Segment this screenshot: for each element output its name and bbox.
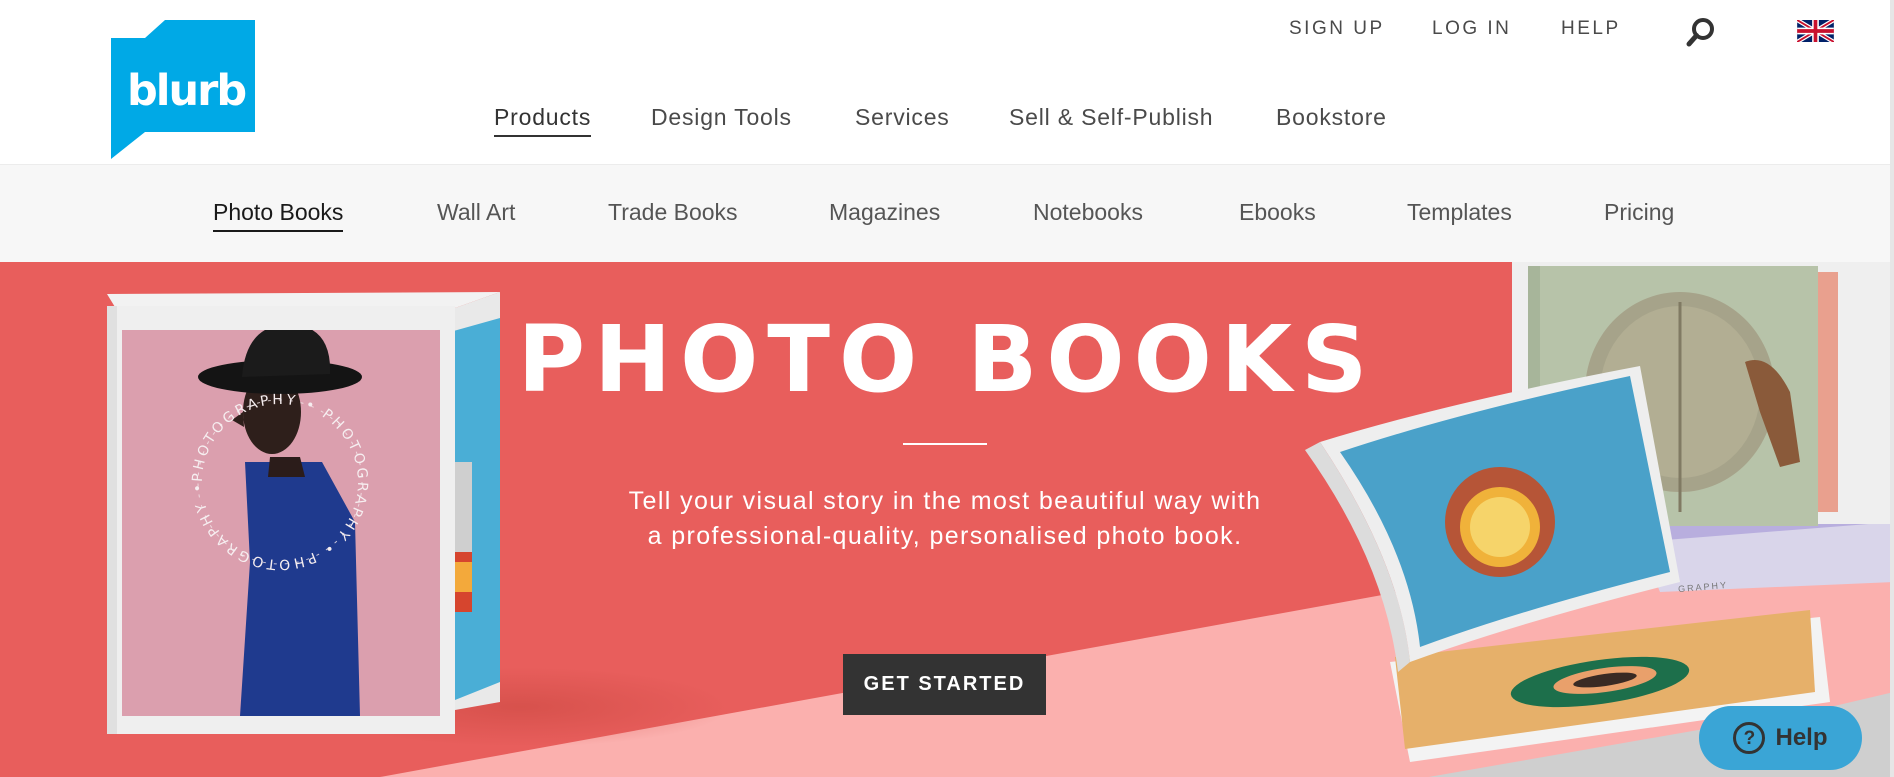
svg-text:PHOTOGRAPHY • PHOTOGRAPHY • PH: PHOTOGRAPHY • PHOTOGRAPHY • PHOTOGRAPHY …: [190, 392, 370, 572]
cover-text: PHOTOGRAPHY • PHOTOGRAPHY • PHOTOGRAPHY …: [190, 392, 367, 572]
help-link[interactable]: HELP: [1561, 18, 1621, 40]
cover-circle-text: PHOTOGRAPHY • PHOTOGRAPHY • PHOTOGRAPHY …: [190, 392, 370, 572]
hero-banner: PHOTOGRAPHY • PHOTOGRAPHY • PHOTOGRAPHY …: [0, 262, 1894, 777]
get-started-button[interactable]: GET STARTED: [843, 654, 1046, 715]
blurb-logo[interactable]: blurb: [111, 20, 255, 159]
subnav-magazines[interactable]: Magazines: [829, 199, 940, 226]
scrollbar-track[interactable]: [1890, 0, 1894, 777]
hero-subtitle: Tell your visual story in the most beaut…: [628, 487, 1262, 550]
product-sub-nav: Photo Books Wall Art Trade Books Magazin…: [0, 164, 1894, 262]
subnav-notebooks[interactable]: Notebooks: [1033, 199, 1143, 226]
help-widget-button[interactable]: ? Help: [1699, 706, 1862, 770]
subnav-pricing[interactable]: Pricing: [1604, 199, 1674, 226]
subnav-trade-books[interactable]: Trade Books: [608, 199, 738, 226]
nav-services[interactable]: Services: [855, 104, 950, 131]
logo-wordmark: blurb: [127, 66, 247, 116]
sign-up-link[interactable]: SIGN UP: [1289, 18, 1385, 40]
nav-products[interactable]: Products: [494, 104, 592, 137]
nav-sell-self-publish[interactable]: Sell & Self-Publish: [1009, 104, 1213, 131]
nav-design-tools[interactable]: Design Tools: [651, 104, 792, 131]
subnav-templates[interactable]: Templates: [1407, 199, 1512, 226]
hero-title-text: PHOTO BOOKS: [517, 306, 1377, 413]
uk-flag-icon[interactable]: [1796, 18, 1835, 44]
log-in-link[interactable]: LOG IN: [1432, 18, 1511, 40]
nav-bookstore[interactable]: Bookstore: [1276, 104, 1387, 131]
help-widget-label: Help: [1775, 724, 1828, 751]
site-header: blurb SIGN UP LOG IN HELP Products Desig…: [0, 0, 1894, 164]
page: blurb SIGN UP LOG IN HELP Products Desig…: [0, 0, 1894, 777]
subnav-photo-books[interactable]: Photo Books: [213, 199, 344, 232]
search-icon[interactable]: [1685, 16, 1717, 48]
hero-title: PHOTO BOOKS: [0, 314, 1894, 406]
subnav-wall-art[interactable]: Wall Art: [437, 199, 515, 226]
hero-divider: [903, 443, 987, 445]
subnav-ebooks[interactable]: Ebooks: [1239, 199, 1316, 226]
question-circle-icon: ?: [1733, 722, 1766, 754]
